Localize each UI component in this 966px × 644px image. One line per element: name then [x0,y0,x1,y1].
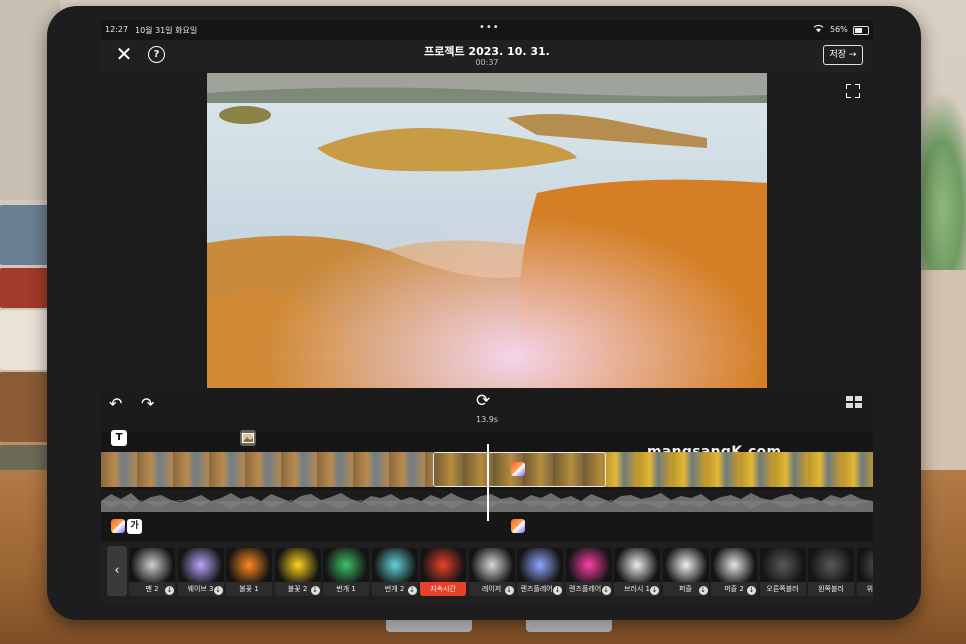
effect-label: 번개 1 [323,582,369,596]
effect-thumbnail [420,548,466,582]
effect-item[interactable]: 번개 1 [323,548,369,596]
effect-thumbnail [565,548,612,582]
video-clip-1[interactable] [101,452,433,487]
effect-item[interactable]: 위로블러 [856,548,873,596]
effect-thumbnail [274,548,321,582]
download-icon[interactable]: ↓ [553,586,562,595]
effect-item[interactable]: 지속시간 [420,548,466,596]
battery-percent: 56% [830,25,848,34]
video-clip-3[interactable] [604,452,873,487]
project-duration: 00:37 [475,58,499,67]
effect-item[interactable]: 렌즈플레어 2 ↓ [565,548,612,596]
effect-item[interactable]: 불꽃 1 [226,548,272,596]
effect-item[interactable]: 번개 2 ↓ [371,548,418,596]
effect-item[interactable]: 팬 2 ↓ [129,548,175,596]
preview-area [101,72,873,388]
save-button[interactable]: 저장 → [823,45,863,65]
download-icon[interactable]: ↓ [165,586,174,595]
effect-item[interactable]: 브러시 1 ↓ [614,548,660,596]
effect-layer-icon[interactable] [111,519,125,533]
video-editor-app: 12:27 10월 31일 화요일 ••• 56% ✕ ? 프로젝트 2023.… [101,20,873,604]
timeline-toolbar: ↶ ↷ ⟳ 13.9s [101,388,873,432]
effect-label: 불꽃 1 [226,582,272,596]
video-preview[interactable] [207,73,767,388]
playhead[interactable] [487,444,489,521]
effect-thumbnail [226,548,272,582]
text-layer-chip[interactable]: 가 [127,519,142,534]
effect-item[interactable]: 레이저 ↓ [468,548,515,596]
download-icon[interactable]: ↓ [213,586,223,595]
effects-back-button[interactable]: ‹ [107,546,127,596]
effect-thumbnail [614,548,660,582]
effect-label: 위로블러 [856,582,873,596]
effect-label: 지속시간 [420,582,466,596]
effect-thumbnail [371,548,418,582]
undo-icon[interactable]: ↶ [109,394,122,413]
effect-item[interactable]: 웨이브 3 ↓ [177,548,224,596]
effect-layer-icon-2[interactable] [511,519,525,533]
effect-thumbnail [177,548,224,582]
effect-item[interactable]: 퍼즐 ↓ [662,548,709,596]
effect-item[interactable]: 오른쪽블러 [759,548,806,596]
effect-label: 왼쪽블러 [808,582,854,596]
status-date: 10월 31일 화요일 [135,26,198,35]
transition-effect-icon[interactable] [511,462,525,476]
effect-thumbnail [856,548,873,582]
multitask-dots[interactable]: ••• [479,22,500,33]
wifi-icon [813,24,824,36]
download-icon[interactable]: ↓ [650,586,659,595]
text-marker[interactable]: T [111,430,127,446]
download-icon[interactable]: ↓ [504,586,514,595]
download-icon[interactable]: ↓ [601,586,611,595]
download-icon[interactable]: ↓ [407,586,417,595]
battery-icon [853,26,869,35]
plant-pot [916,270,966,470]
status-time: 12:27 [105,25,129,34]
redo-icon[interactable]: ↷ [141,394,154,413]
top-bar: ✕ ? 프로젝트 2023. 10. 31. 00:37 저장 → [101,40,873,72]
effect-thumbnail [759,548,806,582]
replay-icon[interactable]: ⟳ [476,391,490,411]
download-icon[interactable]: ↓ [698,586,708,595]
effect-thumbnail [323,548,369,582]
effect-thumbnail [808,548,854,582]
effect-item[interactable]: 왼쪽블러 [808,548,854,596]
image-marker[interactable] [240,430,256,446]
effect-thumbnail [662,548,709,582]
effect-thumbnail [711,548,757,582]
timeline[interactable]: T mangsangK.com 가 [101,430,873,542]
effect-thumbnail [517,548,563,582]
project-title: 프로젝트 2023. 10. 31. [424,45,550,58]
status-bar: 12:27 10월 31일 화요일 ••• 56% [101,20,873,40]
download-icon[interactable]: ↓ [310,586,320,595]
effect-thumbnail [468,548,515,582]
layout-grid-icon[interactable] [846,396,862,408]
effect-item[interactable]: 불꽃 2 ↓ [274,548,321,596]
fullscreen-icon[interactable] [846,84,860,98]
download-icon[interactable]: ↓ [747,586,756,595]
effect-label: 오른쪽블러 [759,582,806,596]
effect-thumbnail [129,548,175,582]
clip-length: 13.9s [476,415,498,424]
effect-item[interactable]: 퍼즐 2 ↓ [711,548,757,596]
effects-panel: ‹ 팬 2 ↓ 웨이브 3 ↓ 불꽃 1 불꽃 2 ↓ 번개 1 번개 2 ↓ 지속시간 레이저 ↓ 렌즈… [101,542,873,604]
effect-item[interactable]: 렌즈플레어 1 ↓ [517,548,563,596]
